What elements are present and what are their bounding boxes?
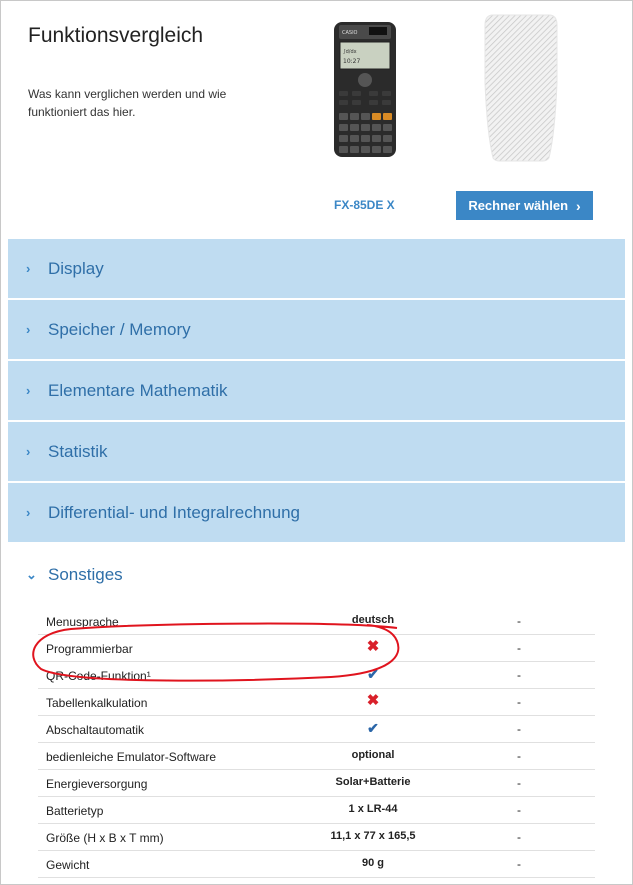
table-row: Abschaltautomatik ✔ - — [38, 716, 595, 743]
feature-value: 11,1 x 77 x 165,5 — [330, 830, 416, 842]
feature-name: Abschaltautomatik — [46, 723, 145, 737]
table-row: Programmierbar ✖ - — [38, 635, 595, 662]
comparison-panel: Funktionsvergleich Was kann verglichen w… — [0, 0, 633, 885]
feature-name: Batterietyp — [46, 804, 104, 818]
feature-name: Größe (H x B x T mm) — [46, 831, 164, 845]
table-row: Größe (H x B x T mm) 11,1 x 77 x 165,5 - — [38, 824, 595, 851]
chevron-right-icon: › — [26, 444, 31, 459]
calculator-placeholder-image — [484, 14, 558, 162]
svg-text:∫d/dx: ∫d/dx — [343, 49, 357, 55]
model-name[interactable]: FX-85DE X — [334, 198, 395, 212]
table-row: Gewicht 90 g - — [38, 851, 595, 878]
chevron-right-icon: › — [576, 197, 581, 214]
feature-accordion: › Display › Speicher / Memory › Elementa… — [8, 239, 625, 544]
feature-value-empty: - — [517, 857, 521, 871]
accordion-item-calculus[interactable]: › Differential- und Integralrechnung — [8, 483, 625, 544]
accordion-item-label: Statistik — [48, 441, 108, 461]
svg-text:10:27: 10:27 — [343, 58, 360, 65]
feature-value-empty: - — [517, 668, 521, 682]
feature-value: 90 g — [361, 857, 384, 869]
chevron-right-icon: › — [26, 261, 31, 276]
feature-value: ✔ — [310, 666, 436, 682]
feature-value-empty: - — [517, 749, 521, 763]
check-icon: ✔ — [367, 666, 379, 682]
accordion-item-elementary-math[interactable]: › Elementare Mathematik — [8, 361, 625, 422]
accordion-item-label: Speicher / Memory — [48, 319, 191, 339]
feature-value: deutsch — [351, 614, 395, 626]
feature-table: Menusprache deutsch - Programmierbar ✖ -… — [38, 608, 595, 878]
feature-name: Gewicht — [46, 858, 90, 872]
feature-name: Programmierbar — [46, 642, 133, 656]
table-row: Menusprache deutsch - — [38, 608, 595, 635]
page-title: Funktionsvergleich — [28, 24, 204, 47]
feature-value-empty: - — [517, 803, 521, 817]
feature-value-empty: - — [517, 695, 521, 709]
accordion-item-label: Elementare Mathematik — [48, 380, 228, 400]
feature-name: bedienleiche Emulator-Software — [46, 750, 217, 764]
chevron-right-icon: › — [26, 505, 31, 520]
feature-value: ✖ — [310, 638, 436, 655]
feature-value: ✖ — [310, 692, 436, 709]
comparison-header: Funktionsvergleich Was kann verglichen w… — [1, 1, 632, 237]
table-row: Tabellenkalkulation ✖ - — [38, 689, 595, 716]
choose-calculator-label: Rechner wählen — [468, 198, 569, 213]
feature-value-empty: - — [517, 776, 521, 790]
feature-name: QR-Code-Funktion¹ — [46, 669, 151, 683]
feature-value-empty: - — [517, 641, 521, 655]
feature-value-empty: - — [517, 722, 521, 736]
table-row: bedienleiche Emulator-Software optional … — [38, 743, 595, 770]
feature-value-empty: - — [517, 830, 521, 844]
table-row: Energieversorgung Solar+Batterie - — [38, 770, 595, 797]
check-icon: ✔ — [367, 720, 379, 736]
feature-value: Solar+Batterie — [335, 776, 411, 788]
accordion-item-statistics[interactable]: › Statistik — [8, 422, 625, 483]
calculator-image: CASIO ∫d/dx 10:27 — [334, 22, 396, 157]
feature-name: Menusprache — [46, 615, 119, 629]
feature-value-empty: - — [517, 614, 521, 628]
accordion-item-display[interactable]: › Display — [8, 239, 625, 300]
accordion-item-label: Display — [48, 258, 104, 278]
feature-value: optional — [351, 749, 395, 761]
accordion-item-label: Differential- und Integralrechnung — [48, 502, 301, 522]
feature-value: 1 x LR-44 — [348, 803, 398, 815]
intro-text: Was kann verglichen werden und wie funkt… — [28, 87, 227, 119]
chevron-down-icon: ⌄ — [26, 567, 37, 582]
cross-icon: ✖ — [366, 638, 380, 655]
svg-text:CASIO: CASIO — [342, 30, 358, 36]
feature-name: Energieversorgung — [46, 777, 148, 791]
accordion-item-memory[interactable]: › Speicher / Memory — [8, 300, 625, 361]
choose-calculator-button[interactable]: Rechner wählen › — [456, 191, 593, 220]
table-row: Batterietyp 1 x LR-44 - — [38, 797, 595, 824]
chevron-right-icon: › — [26, 383, 31, 398]
feature-name: Tabellenkalkulation — [46, 696, 148, 710]
chevron-right-icon: › — [26, 322, 31, 337]
table-row: QR-Code-Funktion¹ ✔ - — [38, 662, 595, 689]
accordion-item-label: Sonstiges — [48, 565, 123, 584]
feature-value: ✔ — [310, 720, 436, 736]
accordion-item-misc[interactable]: ⌄ Sonstiges — [8, 545, 625, 605]
cross-icon: ✖ — [366, 692, 380, 709]
